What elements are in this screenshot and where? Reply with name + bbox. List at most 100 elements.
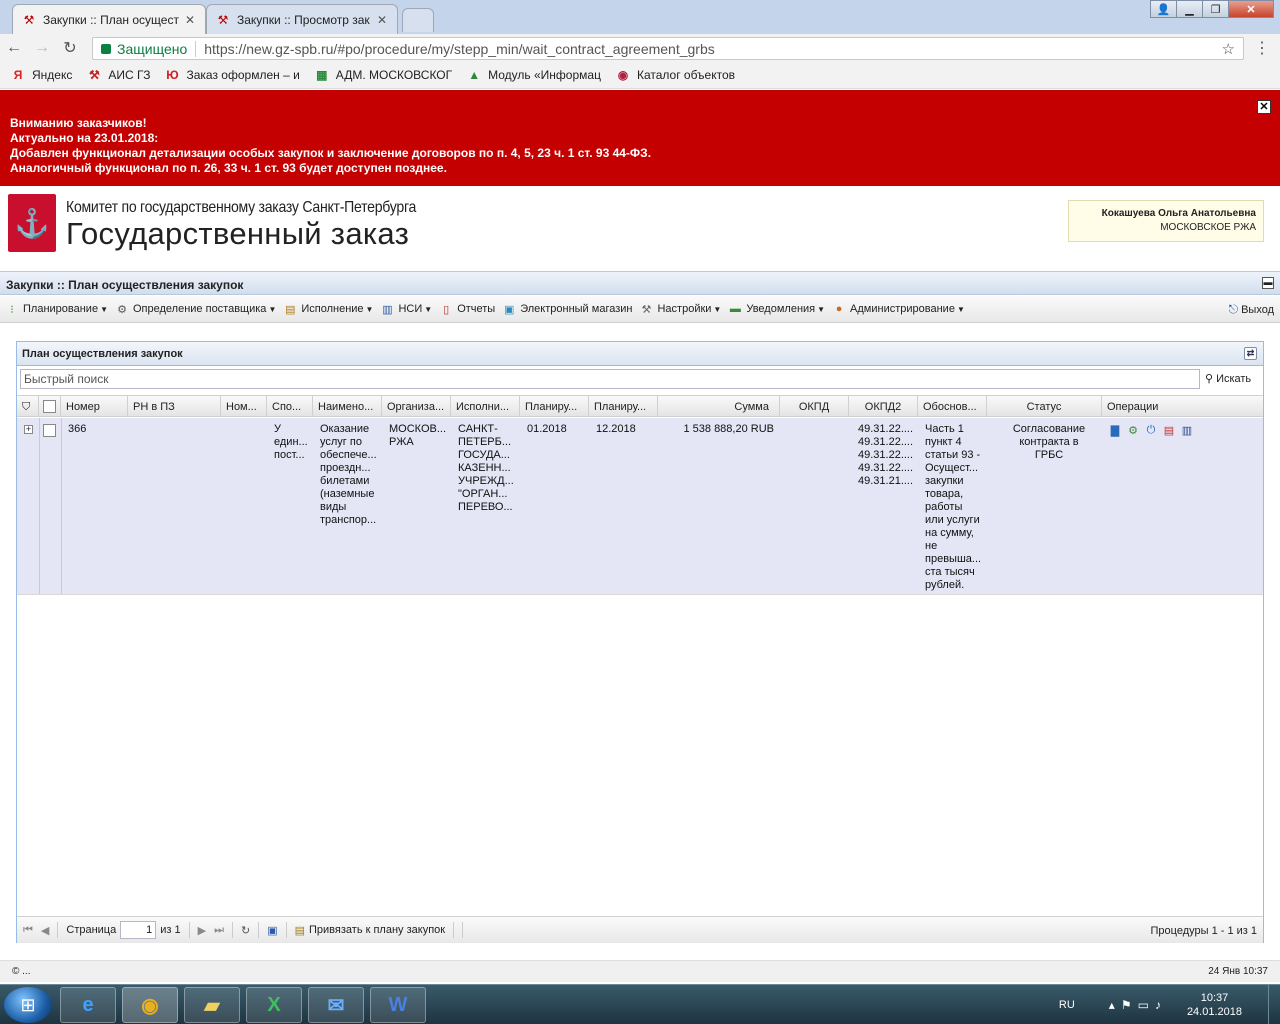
bookmark-item[interactable]: ◉ Каталог объектов xyxy=(615,67,735,83)
col-plan-start[interactable]: Планиру... xyxy=(520,396,589,417)
cart-icon: ▣ xyxy=(504,303,515,316)
filter-icon[interactable]: ⛉ xyxy=(17,396,39,417)
server-time: 24 Янв 10:37 xyxy=(1208,966,1268,977)
user-icon[interactable]: 👤 xyxy=(1150,0,1177,18)
minimize-button[interactable]: ▁ xyxy=(1176,0,1203,18)
col-name[interactable]: Наимено... xyxy=(313,396,382,417)
word-icon[interactable]: W xyxy=(370,987,426,1023)
coat-of-arms-logo: ⚓ xyxy=(8,194,56,252)
exit-button[interactable]: ⎋ Выход xyxy=(1229,302,1274,317)
refresh-icon[interactable]: ↻ xyxy=(241,924,250,937)
col-sum[interactable]: Сумма xyxy=(658,396,780,417)
star-icon[interactable]: ☆ xyxy=(1222,40,1235,58)
col-nom[interactable]: Ном... xyxy=(221,396,267,417)
first-page-icon[interactable]: ⏮ xyxy=(23,924,33,937)
save-icon[interactable]: ▣ xyxy=(267,924,277,937)
scroll-icon: ▤ xyxy=(294,924,306,937)
dropdown-arrow-icon: ▼ xyxy=(268,304,277,314)
next-page-icon[interactable]: ▶ xyxy=(198,924,206,937)
browser-tab-view[interactable]: ⚒ Закупки :: Просмотр зак ✕ xyxy=(206,4,398,34)
toolbar-menu-2[interactable]: ▤ Исполнение ▼ xyxy=(282,302,373,316)
cell-org: МОСКОВ... РЖА xyxy=(389,423,447,448)
col-okpd[interactable]: ОКПД xyxy=(780,396,849,417)
close-window-button[interactable]: ✕ xyxy=(1228,0,1274,18)
browser-tab-plan[interactable]: ⚒ Закупки :: План осущест ✕ xyxy=(12,4,206,34)
power-icon[interactable]: ⏻ xyxy=(1143,422,1159,438)
bookmark-item[interactable]: Я Яндекс xyxy=(10,67,73,83)
show-desktop-button[interactable] xyxy=(1268,985,1280,1024)
toolbar-menu-7[interactable]: ▬ Уведомления ▼ xyxy=(727,302,825,316)
cell-status: Согласование контракта в ГРБС xyxy=(1012,423,1086,461)
volume-icon[interactable]: ♪ xyxy=(1155,998,1167,1012)
settings-icon[interactable]: ⚙ xyxy=(1125,422,1141,438)
quick-search-input[interactable]: Быстрый поиск xyxy=(20,369,1200,389)
toolbar-menu-8[interactable]: ● Администрирование ▼ xyxy=(831,302,965,316)
toolbar-menu-3[interactable]: ▥ НСИ ▼ xyxy=(379,302,432,316)
reload-icon[interactable]: ↻ xyxy=(56,38,84,58)
bind-to-plan-button[interactable]: ▤ Привязать к плану закупок xyxy=(295,924,445,937)
expand-row-button[interactable]: + xyxy=(24,425,33,434)
toolbar-menu-4[interactable]: ▯ Отчеты xyxy=(438,302,495,316)
col-executor[interactable]: Исполни... xyxy=(451,396,520,417)
arrow-up-icon[interactable]: ▴ xyxy=(1109,998,1121,1012)
archive-icon[interactable]: ▥ xyxy=(1179,422,1195,438)
col-rn[interactable]: РН в ПЗ xyxy=(128,396,221,417)
lock-icon xyxy=(101,43,111,54)
toolbar-menu-6[interactable]: ⚒ Настройки ▼ xyxy=(638,302,722,316)
last-page-icon[interactable]: ⏭ xyxy=(214,924,224,937)
col-number[interactable]: Номер xyxy=(61,396,128,417)
toolbar-menu-1[interactable]: ⚙ Определение поставщика ▼ xyxy=(114,302,276,316)
close-icon[interactable]: ✕ xyxy=(183,13,197,27)
col-status[interactable]: Статус xyxy=(987,396,1102,417)
folder-icon[interactable]: ▰ xyxy=(184,987,240,1023)
bookmark-item[interactable]: Ю Заказ оформлен – и xyxy=(164,67,300,83)
chrome-icon[interactable]: ◉ xyxy=(122,987,178,1023)
secure-indicator[interactable]: Защищено xyxy=(101,41,187,57)
col-org[interactable]: Организа... xyxy=(382,396,451,417)
close-icon[interactable]: ✕ xyxy=(375,13,389,27)
search-button[interactable]: ⚲ Искать xyxy=(1205,372,1251,386)
new-tab-button[interactable] xyxy=(402,8,434,32)
bookmark-item[interactable]: ▦ АДМ. МОСКОВСКОГ xyxy=(314,67,452,83)
bookmark-item[interactable]: ▲ Модуль «Информац xyxy=(466,67,601,83)
chart-icon[interactable]: ▇ xyxy=(1107,422,1123,438)
bookmark-label: АДМ. МОСКОВСКОГ xyxy=(335,68,453,82)
maximize-button[interactable]: ❐ xyxy=(1202,0,1229,18)
refresh-icon[interactable]: ⇄ xyxy=(1244,347,1257,360)
cell-nom xyxy=(221,418,267,423)
excel-icon[interactable]: X xyxy=(246,987,302,1023)
forward-icon[interactable]: → xyxy=(28,39,56,57)
toolbar-menu-label: Уведомления xyxy=(746,303,816,315)
flag-icon[interactable]: ⚑ xyxy=(1121,998,1138,1012)
tab-title: Закупки :: План осущест xyxy=(43,12,179,27)
col-plan-end[interactable]: Планиру... xyxy=(589,396,658,417)
clock[interactable]: 10:37 24.01.2018 xyxy=(1187,991,1242,1019)
thunderbird-icon[interactable]: ✉ xyxy=(308,987,364,1023)
table-row[interactable]: + 366 У един... пост... Оказание услуг п… xyxy=(17,418,1263,594)
row-checkbox[interactable] xyxy=(43,424,56,437)
col-okpd2[interactable]: ОКПД2 xyxy=(849,396,918,417)
bookmark-item[interactable]: ⚒ АИС ГЗ xyxy=(86,67,151,83)
page-number-input[interactable]: 1 xyxy=(120,921,157,939)
banner-close-button[interactable]: ✕ xyxy=(1257,100,1271,114)
menu-icon[interactable]: ⋮ xyxy=(1254,38,1270,58)
document-icon[interactable]: ▤ xyxy=(1161,422,1177,438)
toolbar-menu-0[interactable]: ⁝ Планирование ▼ xyxy=(4,302,108,316)
select-all-checkbox[interactable] xyxy=(39,396,61,417)
toolbar-menu-label: Исполнение xyxy=(301,303,364,315)
prev-page-icon[interactable]: ◀ xyxy=(41,924,49,937)
start-button[interactable]: ⊞ xyxy=(4,987,52,1023)
system-tray: RU ▴⚑▭♪ 10:37 24.01.2018 xyxy=(1059,985,1280,1024)
network-icon[interactable]: ▭ xyxy=(1138,998,1155,1012)
cell-basis: Часть 1 пункт 4 статьи 93 - Осущест... з… xyxy=(925,423,982,591)
user-icon: ● xyxy=(835,303,843,315)
url-text[interactable]: https://new.gz-spb.ru/#po/procedure/my/s… xyxy=(204,41,715,57)
ie-icon[interactable]: e xyxy=(60,987,116,1023)
toolbar-menu-5[interactable]: ▣ Электронный магазин xyxy=(501,302,632,316)
back-icon[interactable]: ← xyxy=(0,39,28,57)
language-indicator[interactable]: RU xyxy=(1059,999,1075,1011)
col-method[interactable]: Спо... xyxy=(267,396,313,417)
collapse-button[interactable]: ▬ xyxy=(1262,277,1274,289)
col-basis[interactable]: Обоснов... xyxy=(918,396,987,417)
omnibox[interactable]: Защищено https://new.gz-spb.ru/#po/proce… xyxy=(92,37,1244,60)
